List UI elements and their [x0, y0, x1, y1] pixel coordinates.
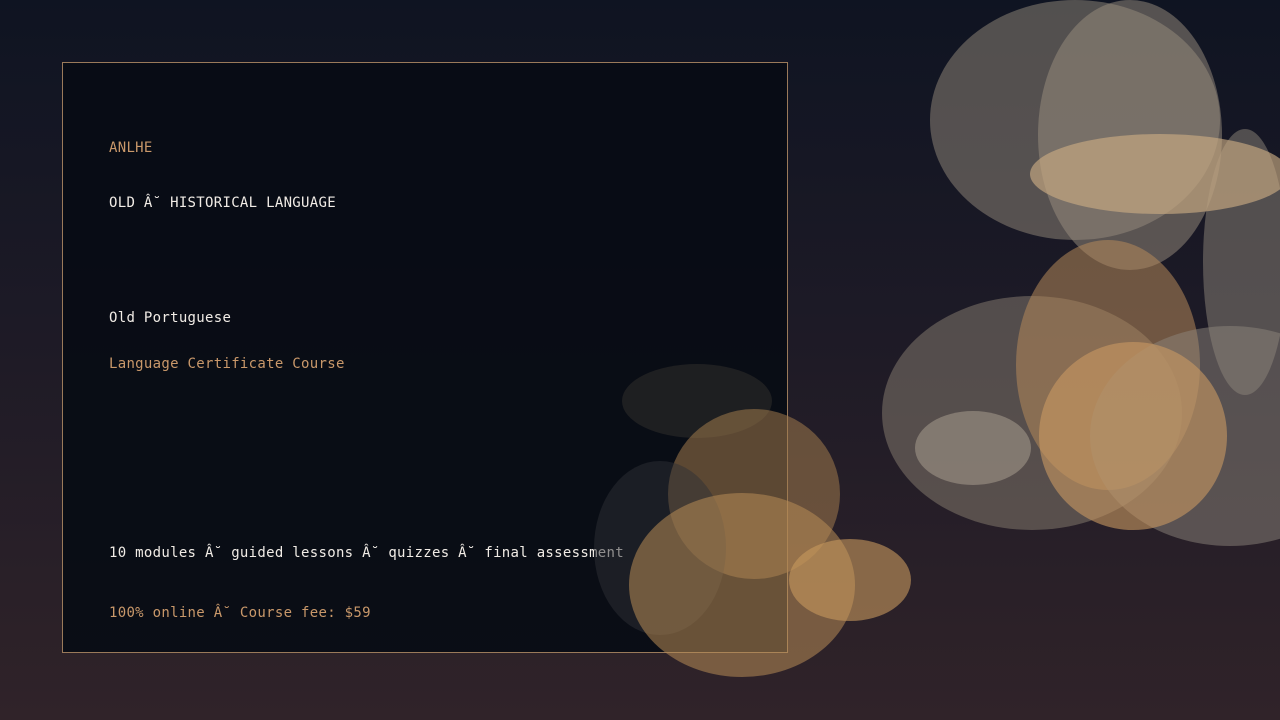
bokeh-circle — [1038, 0, 1222, 270]
course-category: OLD Â˘ HISTORICAL LANGUAGE — [109, 195, 336, 211]
bokeh-circle — [1030, 134, 1280, 214]
course-title: Old Portuguese — [109, 310, 232, 326]
bokeh-circle — [915, 411, 1031, 485]
course-card: ANLHE OLD Â˘ HISTORICAL LANGUAGE Old Por… — [62, 62, 788, 653]
course-pricing: 100% online Â˘ Course fee: $59 — [109, 605, 371, 621]
course-type: Language Certificate Course — [109, 356, 345, 372]
bokeh-circle — [1039, 342, 1227, 530]
brand-name: ANLHE — [109, 140, 153, 156]
course-details: 10 modules Â˘ guided lessons Â˘ quizzes … — [109, 545, 624, 561]
